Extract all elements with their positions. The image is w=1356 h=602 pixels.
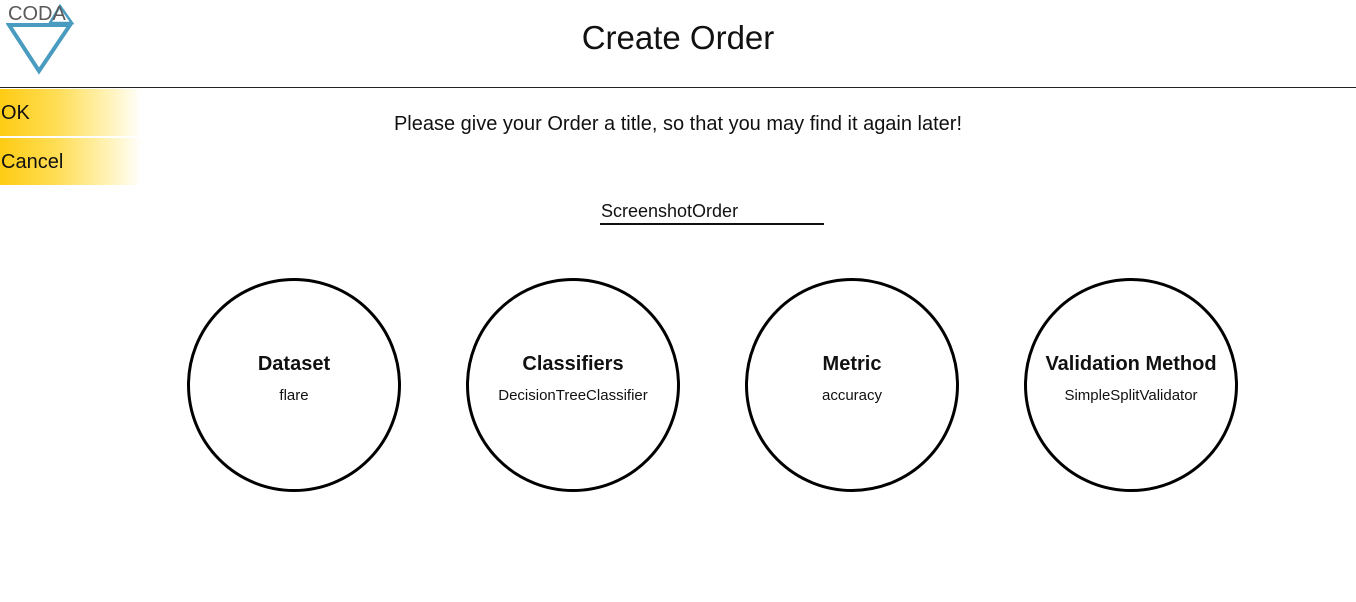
validation-method-value: SimpleSplitValidator	[1064, 387, 1198, 404]
page-title: Create Order	[581, 19, 775, 56]
metric-circle[interactable]: Metric accuracy	[745, 278, 959, 492]
classifiers-value: DecisionTreeClassifier	[498, 387, 648, 404]
order-title-input[interactable]	[600, 199, 824, 225]
dataset-circle[interactable]: Dataset flare	[187, 278, 401, 492]
side-menu: OK Cancel	[0, 89, 142, 187]
cancel-button[interactable]: Cancel	[0, 138, 142, 187]
metric-value: accuracy	[821, 387, 883, 404]
dataset-title: Dataset	[257, 353, 331, 375]
classifiers-title: Classifiers	[522, 353, 624, 375]
validation-method-circle[interactable]: Validation Method SimpleSplitValidator	[1024, 278, 1238, 492]
metric-title: Metric	[822, 353, 882, 375]
header: CODA Create Order	[0, 0, 1356, 88]
create-order-page: CODA Create Order OK Cancel Please give …	[0, 0, 1356, 602]
validation-method-title: Validation Method	[1045, 353, 1217, 375]
classifiers-circle[interactable]: Classifiers DecisionTreeClassifier	[466, 278, 680, 492]
title-prompt: Please give your Order a title, so that …	[393, 113, 963, 135]
dataset-value: flare	[279, 387, 309, 404]
